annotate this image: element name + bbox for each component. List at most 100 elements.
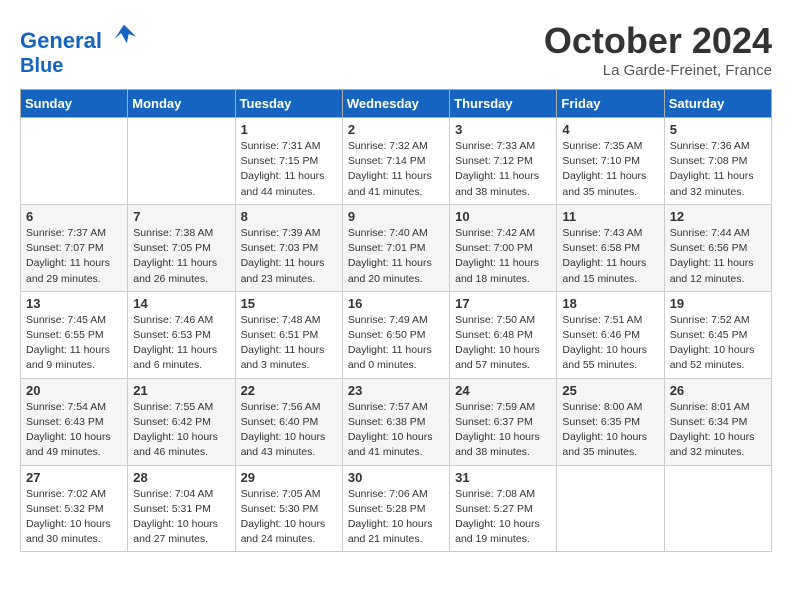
week-row-3: 13 Sunrise: 7:45 AM Sunset: 6:55 PM Dayli…: [21, 291, 772, 378]
day-number: 22: [241, 383, 337, 398]
day-cell: 13 Sunrise: 7:45 AM Sunset: 6:55 PM Dayli…: [21, 291, 128, 378]
day-cell: 24Sunrise: 7:59 AM Sunset: 6:37 PM Dayli…: [450, 378, 557, 465]
col-header-thursday: Thursday: [450, 90, 557, 118]
day-number: 30: [348, 470, 444, 485]
day-cell: 15 Sunrise: 7:48 AM Sunset: 6:51 PM Dayli…: [235, 291, 342, 378]
day-info: Sunrise: 7:39 AM Sunset: 7:03 PM Dayligh…: [241, 226, 337, 287]
day-cell: 7Sunrise: 7:38 AM Sunset: 7:05 PM Daylig…: [128, 204, 235, 291]
day-cell: [557, 465, 664, 552]
day-info: Sunrise: 7:45 AM Sunset: 6:55 PM Dayligh…: [26, 313, 122, 374]
day-info: Sunrise: 7:04 AM Sunset: 5:31 PM Dayligh…: [133, 487, 229, 548]
day-info: Sunrise: 7:51 AM Sunset: 6:46 PM Dayligh…: [562, 313, 658, 374]
col-header-sunday: Sunday: [21, 90, 128, 118]
day-info: Sunrise: 7:50 AM Sunset: 6:48 PM Dayligh…: [455, 313, 551, 374]
day-number: 26: [670, 383, 766, 398]
day-number: 28: [133, 470, 229, 485]
day-cell: 12Sunrise: 7:44 AM Sunset: 6:56 PM Dayli…: [664, 204, 771, 291]
day-cell: 30 Sunrise: 7:06 AM Sunset: 5:28 PM Dayli…: [342, 465, 449, 552]
day-info: Sunrise: 7:54 AM Sunset: 6:43 PM Dayligh…: [26, 400, 122, 461]
day-number: 16: [348, 296, 444, 311]
day-number: 23: [348, 383, 444, 398]
day-cell: 22 Sunrise: 7:56 AM Sunset: 6:40 PM Dayli…: [235, 378, 342, 465]
day-number: 8: [241, 209, 337, 224]
day-cell: 10Sunrise: 7:42 AM Sunset: 7:00 PM Dayli…: [450, 204, 557, 291]
day-cell: 18 Sunrise: 7:51 AM Sunset: 6:46 PM Dayli…: [557, 291, 664, 378]
day-info: Sunrise: 7:46 AM Sunset: 6:53 PM Dayligh…: [133, 313, 229, 374]
col-header-monday: Monday: [128, 90, 235, 118]
day-cell: [664, 465, 771, 552]
day-cell: 17 Sunrise: 7:50 AM Sunset: 6:48 PM Dayli…: [450, 291, 557, 378]
day-number: 2: [348, 122, 444, 137]
day-cell: 1Sunrise: 7:31 AM Sunset: 7:15 PM Daylig…: [235, 118, 342, 205]
week-row-4: 20 Sunrise: 7:54 AM Sunset: 6:43 PM Dayli…: [21, 378, 772, 465]
day-cell: 14 Sunrise: 7:46 AM Sunset: 6:53 PM Dayli…: [128, 291, 235, 378]
day-cell: [21, 118, 128, 205]
day-cell: [128, 118, 235, 205]
week-row-2: 6Sunrise: 7:37 AM Sunset: 7:07 PM Daylig…: [21, 204, 772, 291]
day-cell: 3Sunrise: 7:33 AM Sunset: 7:12 PM Daylig…: [450, 118, 557, 205]
col-header-tuesday: Tuesday: [235, 90, 342, 118]
day-cell: 28 Sunrise: 7:04 AM Sunset: 5:31 PM Dayli…: [128, 465, 235, 552]
day-number: 4: [562, 122, 658, 137]
col-header-saturday: Saturday: [664, 90, 771, 118]
day-info: Sunrise: 7:06 AM Sunset: 5:28 PM Dayligh…: [348, 487, 444, 548]
day-cell: 26 Sunrise: 8:01 AM Sunset: 6:34 PM Dayli…: [664, 378, 771, 465]
col-header-wednesday: Wednesday: [342, 90, 449, 118]
day-info: Sunrise: 7:56 AM Sunset: 6:40 PM Dayligh…: [241, 400, 337, 461]
logo-general: General: [20, 28, 102, 53]
day-cell: 20 Sunrise: 7:54 AM Sunset: 6:43 PM Dayli…: [21, 378, 128, 465]
calendar-header: SundayMondayTuesdayWednesdayThursdayFrid…: [21, 90, 772, 118]
day-number: 7: [133, 209, 229, 224]
day-info: Sunrise: 7:49 AM Sunset: 6:50 PM Dayligh…: [348, 313, 444, 374]
day-info: Sunrise: 7:36 AM Sunset: 7:08 PM Dayligh…: [670, 139, 766, 200]
header-row: SundayMondayTuesdayWednesdayThursdayFrid…: [21, 90, 772, 118]
day-cell: 6Sunrise: 7:37 AM Sunset: 7:07 PM Daylig…: [21, 204, 128, 291]
logo-blue: Blue: [20, 55, 63, 77]
day-number: 14: [133, 296, 229, 311]
day-cell: 4 Sunrise: 7:35 AM Sunset: 7:10 PM Daylig…: [557, 118, 664, 205]
day-cell: 27Sunrise: 7:02 AM Sunset: 5:32 PM Dayli…: [21, 465, 128, 552]
day-cell: 25 Sunrise: 8:00 AM Sunset: 6:35 PM Dayli…: [557, 378, 664, 465]
day-number: 20: [26, 383, 122, 398]
day-number: 13: [26, 296, 122, 311]
day-number: 18: [562, 296, 658, 311]
month-title: October 2024: [544, 20, 772, 62]
week-row-5: 27Sunrise: 7:02 AM Sunset: 5:32 PM Dayli…: [21, 465, 772, 552]
day-info: Sunrise: 7:48 AM Sunset: 6:51 PM Dayligh…: [241, 313, 337, 374]
day-cell: 11Sunrise: 7:43 AM Sunset: 6:58 PM Dayli…: [557, 204, 664, 291]
day-cell: 16 Sunrise: 7:49 AM Sunset: 6:50 PM Dayli…: [342, 291, 449, 378]
day-number: 19: [670, 296, 766, 311]
day-info: Sunrise: 7:35 AM Sunset: 7:10 PM Dayligh…: [562, 139, 658, 200]
day-number: 25: [562, 383, 658, 398]
day-info: Sunrise: 7:40 AM Sunset: 7:01 PM Dayligh…: [348, 226, 444, 287]
day-number: 24: [455, 383, 551, 398]
day-info: Sunrise: 7:32 AM Sunset: 7:14 PM Dayligh…: [348, 139, 444, 200]
day-number: 15: [241, 296, 337, 311]
day-info: Sunrise: 8:01 AM Sunset: 6:34 PM Dayligh…: [670, 400, 766, 461]
day-info: Sunrise: 7:08 AM Sunset: 5:27 PM Dayligh…: [455, 487, 551, 548]
day-number: 11: [562, 209, 658, 224]
day-number: 12: [670, 209, 766, 224]
col-header-friday: Friday: [557, 90, 664, 118]
day-number: 10: [455, 209, 551, 224]
day-cell: 8 Sunrise: 7:39 AM Sunset: 7:03 PM Daylig…: [235, 204, 342, 291]
day-number: 17: [455, 296, 551, 311]
day-number: 9: [348, 209, 444, 224]
day-cell: 9 Sunrise: 7:40 AM Sunset: 7:01 PM Daylig…: [342, 204, 449, 291]
day-info: Sunrise: 7:31 AM Sunset: 7:15 PM Dayligh…: [241, 139, 337, 200]
day-info: Sunrise: 7:02 AM Sunset: 5:32 PM Dayligh…: [26, 487, 122, 548]
day-info: Sunrise: 7:52 AM Sunset: 6:45 PM Dayligh…: [670, 313, 766, 374]
calendar-table: SundayMondayTuesdayWednesdayThursdayFrid…: [20, 89, 772, 552]
day-cell: 31Sunrise: 7:08 AM Sunset: 5:27 PM Dayli…: [450, 465, 557, 552]
location: La Garde-Freinet, France: [544, 62, 772, 79]
day-info: Sunrise: 8:00 AM Sunset: 6:35 PM Dayligh…: [562, 400, 658, 461]
day-info: Sunrise: 7:33 AM Sunset: 7:12 PM Dayligh…: [455, 139, 551, 200]
day-cell: 5Sunrise: 7:36 AM Sunset: 7:08 PM Daylig…: [664, 118, 771, 205]
day-cell: 23Sunrise: 7:57 AM Sunset: 6:38 PM Dayli…: [342, 378, 449, 465]
day-cell: 21Sunrise: 7:55 AM Sunset: 6:42 PM Dayli…: [128, 378, 235, 465]
day-info: Sunrise: 7:55 AM Sunset: 6:42 PM Dayligh…: [133, 400, 229, 461]
day-cell: 19 Sunrise: 7:52 AM Sunset: 6:45 PM Dayli…: [664, 291, 771, 378]
day-number: 29: [241, 470, 337, 485]
day-info: Sunrise: 7:05 AM Sunset: 5:30 PM Dayligh…: [241, 487, 337, 548]
logo-bird-icon: [110, 20, 138, 48]
